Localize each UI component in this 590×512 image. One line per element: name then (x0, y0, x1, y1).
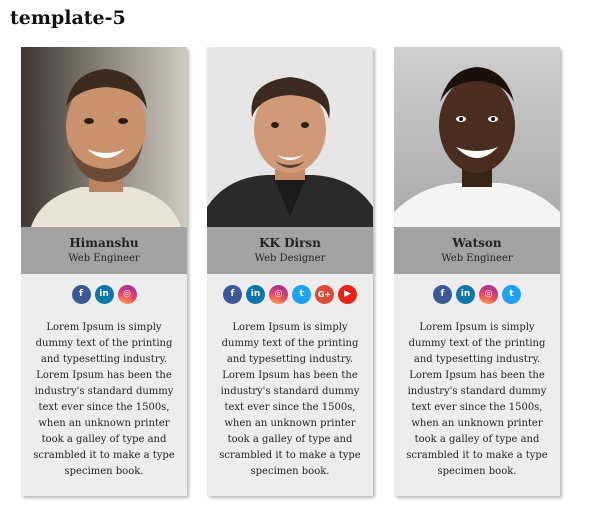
facebook-icon[interactable]: f (433, 284, 452, 304)
profile-card-watson: Watson Web Engineer f in ◎ t Lorem Ipsum… (394, 47, 560, 496)
google-plus-icon[interactable]: G+ (315, 284, 334, 304)
profile-card-kk-dirsn: KK Dirsn Web Designer f in ◎ t G+ ▶ Lore… (207, 47, 373, 496)
name-bar: Watson Web Engineer (394, 227, 560, 274)
member-bio: Lorem Ipsum is simply dummy text of the … (219, 322, 361, 477)
profile-card-himanshu: Himanshu Web Engineer f in ◎ Lorem Ipsum… (21, 47, 187, 496)
instagram-icon[interactable]: ◎ (117, 284, 137, 304)
instagram-icon[interactable]: ◎ (479, 284, 498, 304)
member-name: KK Dirsn (259, 235, 321, 250)
social-links: f in ◎ t G+ ▶ (207, 274, 373, 314)
linkedin-icon[interactable]: in (94, 284, 114, 304)
linkedin-icon[interactable]: in (456, 284, 475, 304)
social-links: f in ◎ t (394, 274, 560, 314)
twitter-icon[interactable]: t (502, 284, 521, 304)
social-links: f in ◎ (21, 274, 187, 314)
profile-photo (21, 47, 187, 227)
page-title: template-5 (10, 7, 126, 29)
facebook-icon[interactable]: f (223, 284, 242, 304)
member-name: Watson (452, 235, 502, 250)
member-role: Web Designer (254, 252, 326, 264)
instagram-icon[interactable]: ◎ (269, 284, 288, 304)
member-bio: Lorem Ipsum is simply dummy text of the … (33, 322, 175, 477)
name-bar: Himanshu Web Engineer (21, 227, 187, 274)
profile-photo (394, 47, 560, 227)
member-role: Web Engineer (441, 252, 513, 264)
youtube-icon[interactable]: ▶ (338, 284, 357, 304)
facebook-icon[interactable]: f (71, 284, 91, 304)
twitter-icon[interactable]: t (292, 284, 311, 304)
linkedin-icon[interactable]: in (246, 284, 265, 304)
member-bio: Lorem Ipsum is simply dummy text of the … (406, 322, 548, 477)
member-role: Web Engineer (68, 252, 140, 264)
name-bar: KK Dirsn Web Designer (207, 227, 373, 274)
member-name: Himanshu (69, 235, 139, 250)
profile-photo (207, 47, 373, 227)
